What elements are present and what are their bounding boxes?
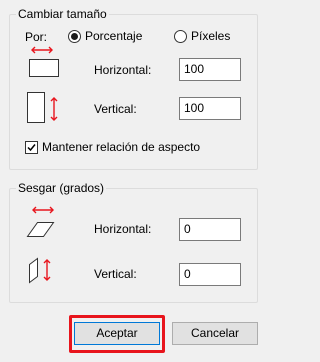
- resize-vertical-input[interactable]: 100: [179, 97, 241, 120]
- keep-aspect-label: Mantener relación de aspecto: [42, 140, 201, 154]
- cancel-button[interactable]: Cancelar: [172, 322, 258, 345]
- radio-pixels[interactable]: Píxeles: [174, 29, 230, 43]
- skew-horizontal-icon: [26, 206, 55, 237]
- radio-percentage[interactable]: Porcentaje: [68, 29, 142, 43]
- radio-pixels-circle[interactable]: [174, 29, 187, 43]
- resize-vertical-label: Vertical:: [94, 102, 137, 116]
- ok-button[interactable]: Aceptar: [74, 322, 160, 345]
- skew-group-title: Sesgar (grados): [16, 181, 107, 195]
- skew-vertical-label: Vertical:: [94, 267, 137, 281]
- radio-percentage-label: Porcentaje: [85, 29, 143, 43]
- resize-vertical-icon: [27, 92, 58, 123]
- resize-horizontal-input[interactable]: 100: [179, 58, 241, 81]
- resize-by-label: Por:: [25, 30, 48, 44]
- keep-aspect-checkbox-row[interactable]: Mantener relación de aspecto: [25, 140, 200, 154]
- resize-horizontal-label: Horizontal:: [94, 63, 152, 77]
- resize-group-title: Cambiar tamaño: [16, 7, 109, 21]
- keep-aspect-checkbox[interactable]: [25, 140, 38, 154]
- checkmark-icon: [27, 143, 36, 151]
- skew-horizontal-label: Horizontal:: [94, 222, 152, 236]
- skew-vertical-input[interactable]: 0: [179, 263, 241, 286]
- resize-horizontal-icon: [29, 46, 59, 77]
- skew-vertical-icon: [29, 257, 51, 284]
- skew-horizontal-input[interactable]: 0: [179, 218, 241, 241]
- radio-percentage-circle[interactable]: [68, 29, 81, 43]
- radio-pixels-label: Píxeles: [191, 29, 231, 43]
